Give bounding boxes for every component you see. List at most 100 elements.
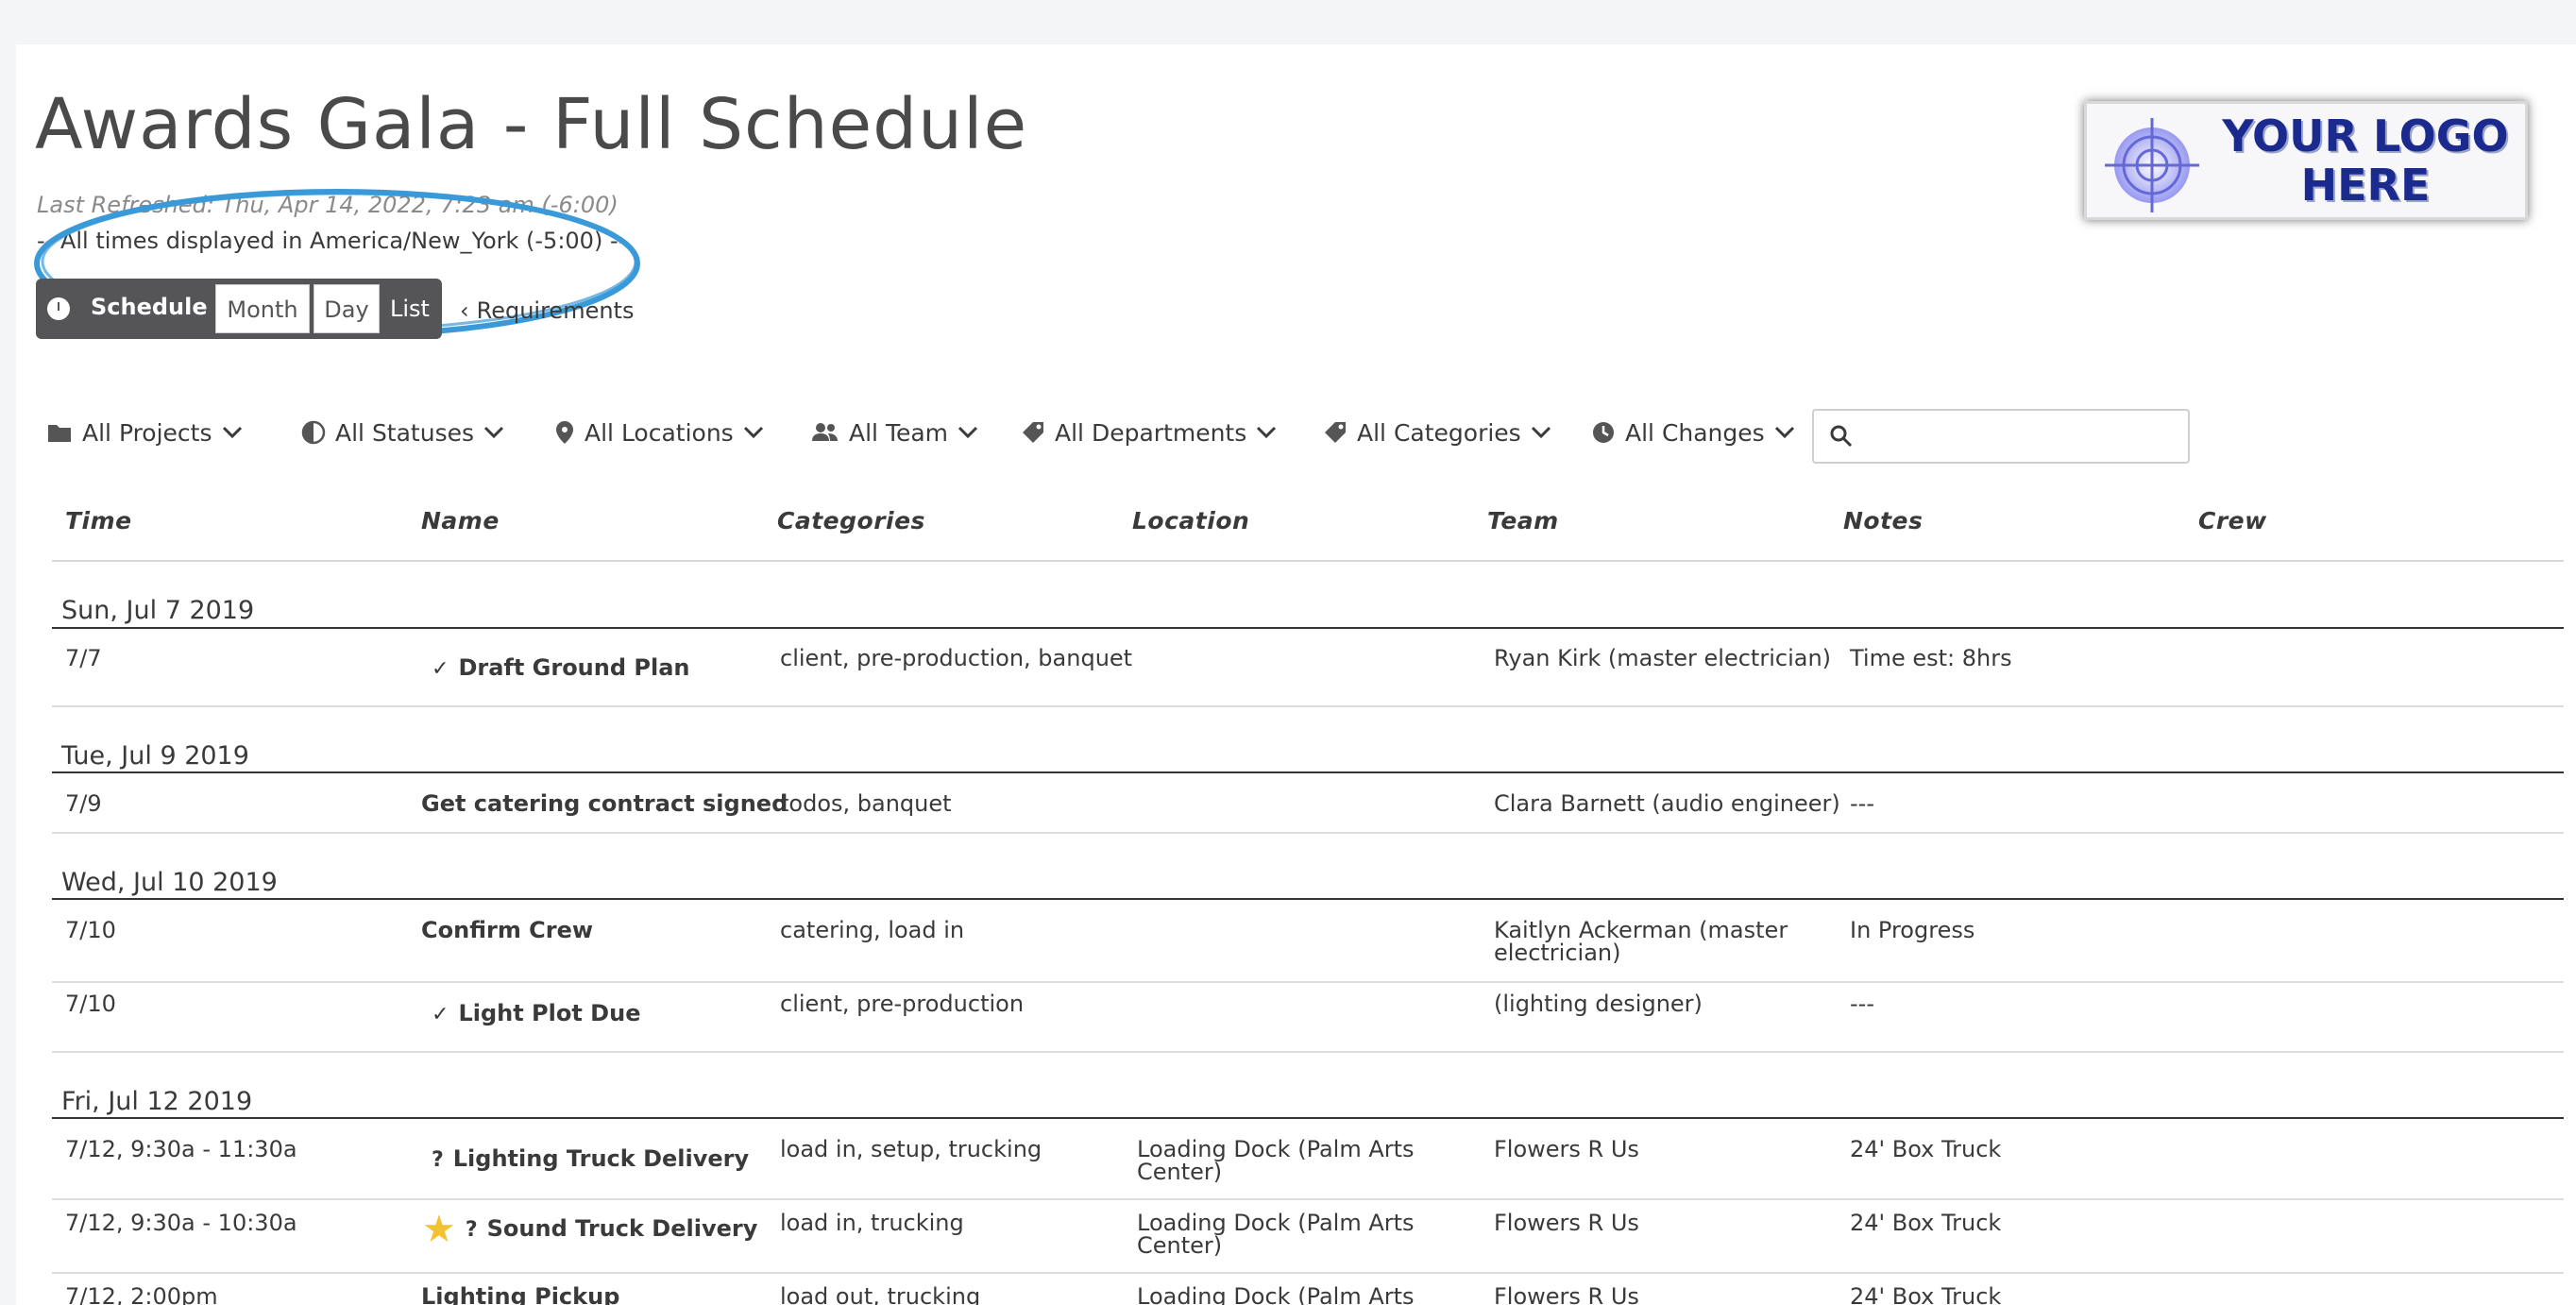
timezone-note: -- All times displayed in America/New_Yo… bbox=[37, 228, 627, 254]
requirements-link[interactable]: ‹ Requirements bbox=[460, 297, 634, 324]
column-notes[interactable]: Notes bbox=[1843, 507, 1923, 534]
cell-categories: load in, trucking bbox=[780, 1210, 964, 1236]
filter-departments[interactable]: All Departments bbox=[1021, 409, 1286, 456]
cell-location: Loading Dock (Palm Arts Center) bbox=[1137, 1210, 1415, 1259]
cell-name[interactable]: ✓ Light Plot Due bbox=[432, 1002, 640, 1026]
filter-label: All Changes bbox=[1625, 418, 1765, 447]
folder-icon bbox=[48, 425, 71, 442]
cell-categories: todos, banquet bbox=[780, 790, 952, 817]
filter-label: All Departments bbox=[1055, 418, 1247, 447]
day-header: Wed, Jul 10 2019 bbox=[61, 868, 278, 897]
cell-time: 7/12, 9:30a - 11:30a bbox=[65, 1136, 297, 1162]
chevron-down-icon bbox=[1774, 426, 1794, 439]
filter-label: All Statuses bbox=[335, 418, 475, 447]
cell-time: 7/10 bbox=[65, 991, 116, 1017]
column-categories[interactable]: Categories bbox=[777, 507, 925, 534]
filter-projects[interactable]: All Projects bbox=[46, 409, 252, 456]
filter-label: All Categories bbox=[1357, 418, 1521, 447]
people-icon bbox=[812, 423, 838, 441]
row-divider bbox=[52, 832, 2564, 834]
crosshair-target-icon bbox=[2105, 118, 2199, 212]
table-header: Time Name Categories Location Team Notes… bbox=[52, 507, 2564, 562]
filter-label: All Projects bbox=[82, 418, 212, 447]
cell-team: Kaitlyn Ackerman (master electrician) bbox=[1494, 917, 1788, 966]
task-name: Light Plot Due bbox=[458, 1000, 641, 1026]
check-icon: ✓ bbox=[432, 657, 449, 681]
cell-time: 7/10 bbox=[65, 917, 116, 943]
chevron-down-icon bbox=[1257, 426, 1277, 439]
column-name[interactable]: Name bbox=[421, 507, 500, 534]
cell-time: 7/7 bbox=[65, 645, 102, 671]
row-divider bbox=[52, 1272, 2564, 1274]
chevron-down-icon bbox=[483, 426, 504, 439]
page-title: Awards Gala - Full Schedule bbox=[35, 84, 1028, 165]
clock-icon bbox=[47, 297, 70, 320]
cell-team: Clara Barnett (audio engineer) bbox=[1494, 790, 1840, 817]
requirements-label: Requirements bbox=[476, 297, 635, 324]
filter-locations[interactable]: All Locations bbox=[554, 409, 773, 456]
cell-time: 7/12, 2:00pm bbox=[65, 1283, 218, 1305]
cell-name[interactable]: Lighting Pickup bbox=[421, 1285, 619, 1305]
filter-statuses[interactable]: All Statuses bbox=[301, 409, 514, 456]
tag-icon bbox=[1325, 422, 1346, 443]
company-logo: YOUR LOGO HERE bbox=[2084, 101, 2528, 220]
cell-categories: client, pre-production, banquet bbox=[780, 645, 1133, 671]
last-refreshed-text: Last Refreshed: Thu, Apr 14, 2022, 7:23 … bbox=[37, 192, 619, 218]
filter-team[interactable]: All Team bbox=[811, 409, 988, 456]
cell-name[interactable]: ★? Sound Truck Delivery bbox=[422, 1211, 757, 1248]
list-view-button[interactable]: List bbox=[381, 284, 438, 333]
search-icon bbox=[1830, 425, 1853, 448]
task-name: Confirm Crew bbox=[421, 917, 594, 943]
chevron-left-icon: ‹ bbox=[460, 297, 469, 324]
chevron-down-icon bbox=[743, 426, 763, 439]
cell-notes: Time est: 8hrs bbox=[1850, 645, 2012, 671]
column-location[interactable]: Location bbox=[1132, 507, 1249, 534]
cell-location: Loading Dock (Palm Arts Center) bbox=[1137, 1283, 1415, 1305]
question-mark-icon: ? bbox=[432, 1148, 444, 1172]
cell-categories: load out, trucking bbox=[780, 1283, 981, 1305]
search-input[interactable] bbox=[1863, 418, 2175, 454]
cell-notes: 24' Box Truck bbox=[1850, 1283, 2002, 1305]
cell-categories: catering, load in bbox=[780, 917, 965, 943]
cell-name[interactable]: Confirm Crew bbox=[421, 919, 593, 941]
row-divider bbox=[52, 705, 2564, 707]
day-divider bbox=[52, 898, 2564, 900]
filter-label: All Team bbox=[849, 418, 949, 447]
cell-team: Flowers R Us bbox=[1494, 1136, 1639, 1162]
cell-name[interactable]: ✓ Draft Ground Plan bbox=[432, 656, 690, 681]
search-field[interactable] bbox=[1812, 409, 2190, 464]
cell-team: Ryan Kirk (master electrician) bbox=[1494, 645, 1832, 671]
month-view-button[interactable]: Month bbox=[215, 284, 310, 333]
question-mark-icon: ? bbox=[465, 1218, 478, 1242]
schedule-view-button[interactable]: Schedule bbox=[91, 294, 208, 320]
column-time[interactable]: Time bbox=[65, 507, 132, 534]
view-switcher: Schedule Month Day List bbox=[36, 279, 442, 339]
cell-time: 7/12, 9:30a - 10:30a bbox=[65, 1210, 297, 1236]
chevron-down-icon bbox=[958, 426, 978, 439]
clock-icon bbox=[1593, 422, 1614, 443]
check-icon: ✓ bbox=[432, 1003, 449, 1026]
cell-name[interactable]: Get catering contract signed bbox=[421, 792, 788, 815]
half-circle-icon bbox=[301, 420, 326, 445]
filter-changes[interactable]: All Changes bbox=[1591, 409, 1805, 456]
row-divider bbox=[52, 1051, 2564, 1053]
cell-team: Flowers R Us bbox=[1494, 1283, 1639, 1305]
cell-categories: client, pre-production bbox=[780, 991, 1025, 1017]
day-divider bbox=[52, 771, 2564, 773]
cell-notes: 24' Box Truck bbox=[1850, 1210, 2002, 1236]
cell-notes: --- bbox=[1850, 790, 1874, 817]
cell-team: (lighting designer) bbox=[1494, 991, 1703, 1017]
column-team[interactable]: Team bbox=[1487, 507, 1559, 534]
day-view-button[interactable]: Day bbox=[314, 284, 380, 333]
day-header: Fri, Jul 12 2019 bbox=[61, 1087, 253, 1116]
day-header: Sun, Jul 7 2019 bbox=[61, 596, 255, 625]
cell-name[interactable]: ? Lighting Truck Delivery bbox=[432, 1147, 749, 1172]
column-crew[interactable]: Crew bbox=[2198, 507, 2267, 534]
row-divider bbox=[52, 981, 2564, 983]
star-icon[interactable]: ★ bbox=[422, 1208, 456, 1251]
schedule-card: Awards Gala - Full Schedule Last Refresh… bbox=[16, 44, 2576, 1305]
location-pin-icon bbox=[556, 421, 573, 444]
filter-categories[interactable]: All Categories bbox=[1323, 409, 1561, 456]
cell-categories: load in, setup, trucking bbox=[780, 1136, 1042, 1162]
day-header: Tue, Jul 9 2019 bbox=[61, 741, 249, 771]
